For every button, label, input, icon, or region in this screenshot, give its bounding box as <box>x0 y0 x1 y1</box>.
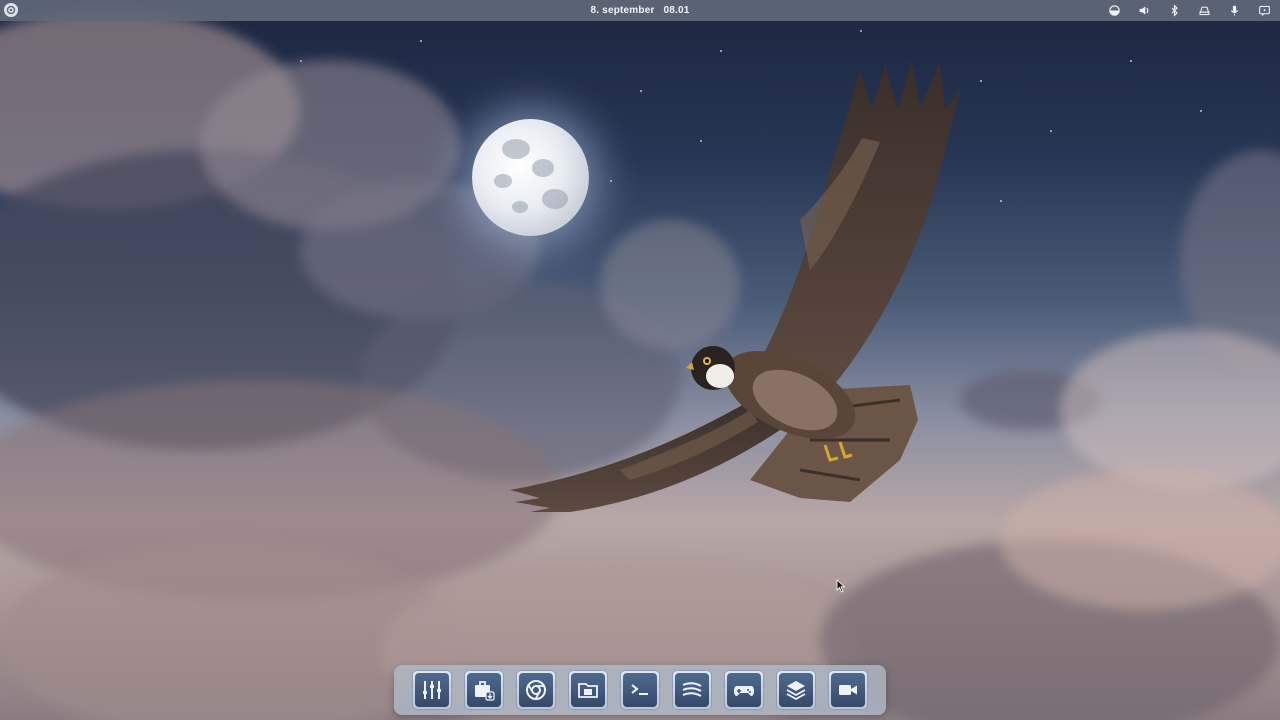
terminal-icon <box>631 684 648 695</box>
network-icon[interactable] <box>1106 3 1122 19</box>
drive-icon[interactable] <box>1196 3 1212 19</box>
gamepad-icon <box>734 686 754 696</box>
video-camera-icon <box>839 685 857 695</box>
dock-item-terminal[interactable] <box>620 670 660 710</box>
dock-item-video-camera[interactable] <box>828 670 868 710</box>
dock-item-browser[interactable] <box>516 670 556 710</box>
top-panel: 8. september 08.01 <box>0 0 1280 21</box>
falcon-illustration <box>510 60 960 512</box>
mixer-settings-icon <box>423 681 441 699</box>
volume-icon[interactable] <box>1136 3 1152 19</box>
layers-icon <box>786 681 806 701</box>
files-icon <box>578 683 598 698</box>
bluetooth-icon[interactable] <box>1166 3 1182 19</box>
dock-item-files[interactable] <box>568 670 608 710</box>
streaming-icon <box>682 682 702 697</box>
dock-item-layers[interactable] <box>776 670 816 710</box>
mouse-cursor-icon <box>836 579 846 593</box>
dock <box>394 665 886 715</box>
dock-item-mixer-settings[interactable] <box>412 670 452 710</box>
dock-item-streaming[interactable] <box>672 670 712 710</box>
clock[interactable]: 8. september 08.01 <box>590 5 689 16</box>
dock-item-gamepad[interactable] <box>724 670 764 710</box>
software-store-icon <box>475 681 495 701</box>
browser-icon <box>526 680 546 700</box>
desktop-wallpaper <box>0 0 1280 720</box>
notifications-icon[interactable] <box>1256 3 1272 19</box>
system-tray <box>1106 0 1272 21</box>
dock-item-software-store[interactable] <box>464 670 504 710</box>
microphone-icon[interactable] <box>1226 3 1242 19</box>
activities-icon[interactable] <box>4 3 18 17</box>
